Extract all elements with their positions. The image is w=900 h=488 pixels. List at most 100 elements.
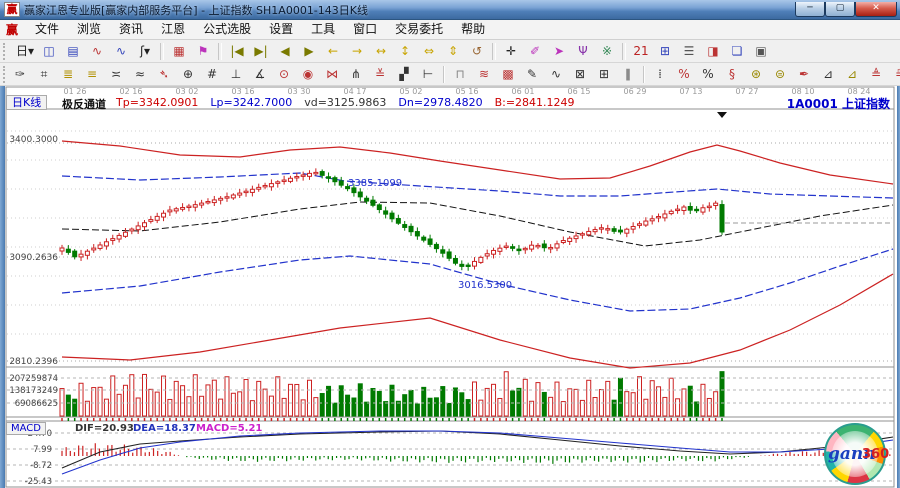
expand-all-icon[interactable]: ⇔ [417, 41, 441, 62]
brush-red-icon[interactable]: ✒ [792, 64, 816, 85]
price-annotation: 3016.5300 [458, 280, 512, 291]
percent-red-icon[interactable]: % [672, 64, 696, 85]
bracket-tool-icon[interactable]: ʃ▾ [133, 41, 157, 62]
price-axis-label: 2810.2396 [9, 357, 58, 367]
menu-item-3[interactable]: 资讯 [110, 20, 152, 39]
menu-item-10[interactable]: 帮助 [452, 20, 494, 39]
menu-item-5[interactable]: 公式选股 [194, 20, 260, 39]
dense-grid-icon[interactable]: ▞ [392, 64, 416, 85]
prev-bar-icon[interactable]: ◀ [273, 41, 297, 62]
toolbar-drawing: ✑⌗≣≡≍≈➴⊕#⊥∡⊙◉⋈⋔≚▞⊢⊓≋▩✎∿⊠⊞∥⁞%%§⊛⊜✒⊿⊿≜≞ [0, 63, 900, 86]
next-bar-icon[interactable]: ▶ [297, 41, 321, 62]
volume-bars-icon[interactable]: ⁞ [648, 64, 672, 85]
zoom-in-x-icon[interactable]: ↕ [393, 41, 417, 62]
pointer-icon[interactable]: ➤ [547, 41, 571, 62]
minimize-button[interactable]: ─ [795, 2, 825, 17]
draw-pen-icon[interactable]: ✑ [8, 64, 32, 85]
wave-icon[interactable]: ∿ [544, 64, 568, 85]
menu-item-7[interactable]: 工具 [302, 20, 344, 39]
menu-item-6[interactable]: 设置 [260, 20, 302, 39]
golden-circle-icon[interactable]: ⊛ [744, 64, 768, 85]
level-lines-icon[interactable]: ≍ [104, 64, 128, 85]
bracket-gray-icon[interactable]: ⊓ [448, 64, 472, 85]
parallel-lines-icon[interactable]: ∥ [616, 64, 640, 85]
indicator-param-4: Dn=2978.4820 [398, 96, 482, 109]
chart-canvas[interactable]: 01 2602 1603 0203 1603 3004 1705 0205 16… [0, 86, 900, 488]
last-bar-icon[interactable]: ▶| [249, 41, 273, 62]
sharp-grid-icon[interactable]: # [200, 64, 224, 85]
circle-red-icon[interactable]: ⊙ [272, 64, 296, 85]
media-icon[interactable]: ◨ [701, 41, 725, 62]
menu-item-1[interactable]: 文件 [26, 20, 68, 39]
menu-item-4[interactable]: 江恩 [152, 20, 194, 39]
shift-right-icon[interactable]: → [345, 41, 369, 62]
gann-grid-gold2-icon[interactable]: ≡ [80, 64, 104, 85]
rays-red-icon[interactable]: ≋ [472, 64, 496, 85]
x-box-icon[interactable]: ⊠ [568, 64, 592, 85]
toolbar-main: 日▾◫▤∿∿ʃ▾▦⚑|◀▶|◀▶←→↔↕⇔⇕↺✛✐➤Ψ※21⊞☰◨❏▣ [0, 40, 900, 63]
maximize-button[interactable]: ▢ [825, 2, 855, 17]
zigzag-blue-icon[interactable]: ∿ [109, 41, 133, 62]
drag-hand-icon[interactable]: ↺ [465, 41, 489, 62]
fork-icon[interactable]: ⋔ [344, 64, 368, 85]
menu-item-8[interactable]: 窗口 [344, 20, 386, 39]
menubar: 赢 文件浏览资讯江恩公式选股设置工具窗口交易委托帮助 [0, 20, 900, 40]
remote-pc-icon[interactable]: ▣ [749, 41, 773, 62]
angle-gold-icon[interactable]: ⊿ [840, 64, 864, 85]
toolbar-grip[interactable] [3, 43, 10, 60]
wedge-icon[interactable]: ≜ [864, 64, 888, 85]
arc-lines-icon[interactable]: ≈ [128, 64, 152, 85]
gann-grid-gold-icon[interactable]: ≣ [56, 64, 80, 85]
calendar-icon[interactable]: 21 [629, 41, 653, 62]
shift-left-icon[interactable]: ← [321, 41, 345, 62]
period-selector-icon[interactable]: 日▾ [13, 41, 37, 62]
date-label: 06 01 [512, 87, 535, 96]
section-icon[interactable]: § [720, 64, 744, 85]
kline-box-icon[interactable]: ▦ [167, 41, 191, 62]
hand-tool-icon[interactable]: Ψ [571, 41, 595, 62]
tab-daily-kline[interactable]: 日K线 [6, 95, 47, 110]
toolbar-grip[interactable] [3, 66, 5, 83]
calculator-icon[interactable]: ⊞ [653, 41, 677, 62]
price-axis-label: 3090.2636 [9, 253, 58, 263]
crosshair-icon[interactable]: ✛ [499, 41, 523, 62]
window-layout-icon[interactable]: ◫ [37, 41, 61, 62]
menu-item-2[interactable]: 浏览 [68, 20, 110, 39]
menu-item-9[interactable]: 交易委托 [386, 20, 452, 39]
macd-axis-label: 7.99 [33, 445, 52, 455]
indicator-param-1: Tp=3342.0901 [116, 96, 198, 109]
rocket-icon[interactable]: ➴ [152, 64, 176, 85]
plus-box-icon[interactable]: ⊞ [592, 64, 616, 85]
target-red-icon[interactable]: ◉ [296, 64, 320, 85]
golden-section-icon[interactable]: ⊜ [768, 64, 792, 85]
steps-icon[interactable]: ≞ [888, 64, 900, 85]
zoom-out-x-icon[interactable]: ↔ [369, 41, 393, 62]
tee-icon[interactable]: ⊢ [416, 64, 440, 85]
analysis-flag-icon[interactable]: ⚑ [191, 41, 215, 62]
menu-logo-icon: 赢 [6, 21, 18, 38]
smart-analysis-icon[interactable]: ※ [595, 41, 619, 62]
first-bar-icon[interactable]: |◀ [225, 41, 249, 62]
date-label: 06 29 [624, 87, 647, 96]
time-cycle-icon[interactable]: ⋈ [320, 64, 344, 85]
tab-macd[interactable]: MACD [6, 422, 46, 435]
close-button[interactable]: ✕ [855, 2, 897, 17]
compress-all-icon[interactable]: ⇕ [441, 41, 465, 62]
pencil-icon[interactable]: ✎ [520, 64, 544, 85]
zigzag-red-icon[interactable]: ∿ [85, 41, 109, 62]
save-disk-icon[interactable]: ❏ [725, 41, 749, 62]
grid-lines-icon[interactable]: ⌗ [32, 64, 56, 85]
gann-wheel-icon[interactable]: ⊕ [176, 64, 200, 85]
angle-up-icon[interactable]: ⊿ [816, 64, 840, 85]
time-div-icon[interactable]: ⊥ [224, 64, 248, 85]
angle-tool-icon[interactable]: ∡ [248, 64, 272, 85]
percent-icon[interactable]: % [696, 64, 720, 85]
toolbar-separator [160, 43, 164, 60]
application-window: 赢 赢家江恩专业版[赢家内部服务平台] - 上证指数 SH1A0001-143日… [0, 0, 900, 488]
date-label: 03 02 [176, 87, 199, 96]
chart-type-icon[interactable]: ▤ [61, 41, 85, 62]
shade-box-icon[interactable]: ▩ [496, 64, 520, 85]
quote-list-icon[interactable]: ☰ [677, 41, 701, 62]
annotate-icon[interactable]: ✐ [523, 41, 547, 62]
ladder-red-icon[interactable]: ≚ [368, 64, 392, 85]
